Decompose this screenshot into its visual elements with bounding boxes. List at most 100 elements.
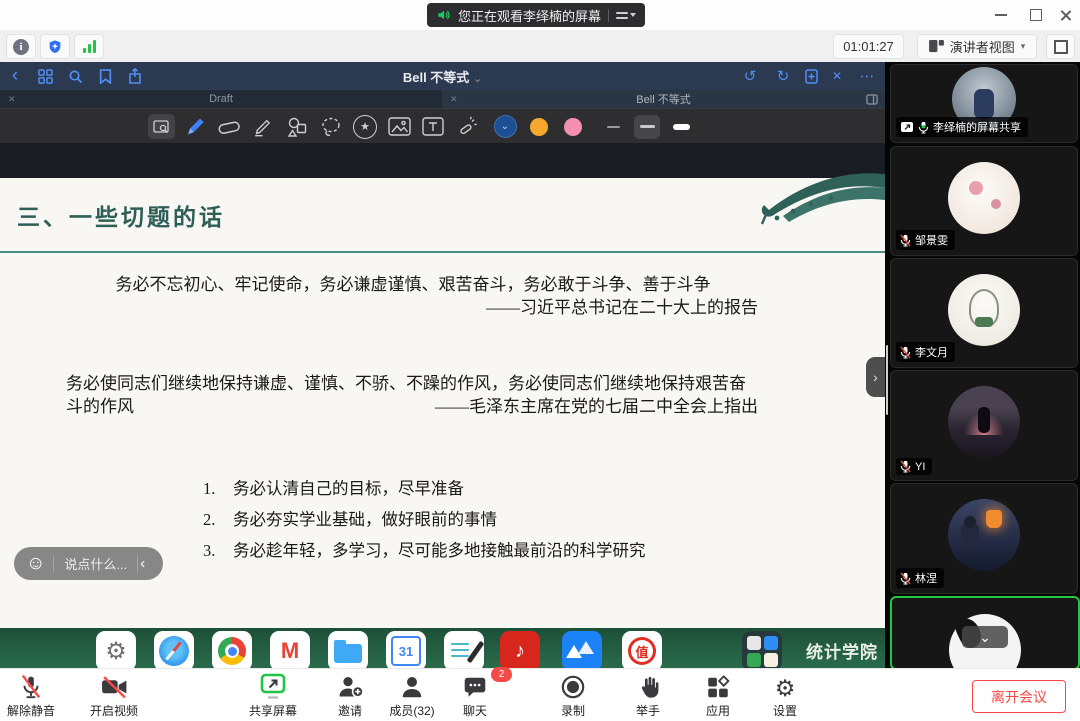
split-view-icon[interactable] (866, 94, 878, 105)
gmail-dock-icon[interactable]: M (270, 631, 310, 668)
meeting-toolbar: i 01:01:27 演讲者视图 ▾ (0, 30, 1080, 63)
music-dock-icon[interactable]: ♪ (500, 631, 540, 668)
maximize-button[interactable] (1019, 0, 1053, 30)
close-tab-icon[interactable]: ✕ (8, 94, 16, 105)
zoom-window-tool[interactable] (144, 113, 178, 141)
quote-block-2: 务必使同志们继续地保持谦虚、谨慎、不骄、不躁的作风，务必使同志们继续地保持艰苦奋… (66, 372, 758, 418)
raise-hand-icon (636, 674, 661, 700)
stroke-thin[interactable] (596, 113, 630, 141)
emoji-icon[interactable]: ☺ (26, 553, 45, 575)
participant-tile-partial[interactable]: ⌄ (890, 596, 1080, 670)
notes-dock-icon[interactable] (444, 631, 484, 668)
quick-chat-bubble[interactable]: ☺ 说点什么... ‹ (14, 547, 163, 580)
avatar-figure (974, 89, 994, 119)
apps-button[interactable]: 应用 (690, 673, 746, 719)
close-tab-icon[interactable]: ✕ (450, 94, 458, 105)
list-item: 3.务必趁年轻，多学习，尽可能多地接触最前沿的科学研究 (203, 542, 646, 559)
bookmark-icon[interactable] (90, 64, 120, 88)
close-document-icon[interactable]: ✕ (822, 64, 852, 88)
members-icon (399, 674, 425, 700)
invite-button[interactable]: 邀请 (322, 673, 378, 719)
participant-tile[interactable]: 林涅 (890, 483, 1078, 594)
collapse-chevron-icon[interactable]: ‹ (140, 555, 145, 572)
record-button[interactable]: 录制 (545, 673, 601, 719)
tab-label: Bell 不等式 (442, 91, 885, 107)
highlighter-tool[interactable] (246, 113, 280, 141)
lasso-tool[interactable] (314, 113, 348, 141)
mic-muted-icon (900, 460, 911, 473)
settings-dock-icon[interactable]: ⚙ (96, 631, 136, 668)
selected-color-caret-icon: ⌄ (494, 115, 517, 138)
chat-input-placeholder[interactable]: 说点什么... (64, 554, 127, 573)
color-orange[interactable] (522, 113, 556, 141)
more-icon[interactable]: ⋯ (852, 64, 882, 88)
share-export-icon[interactable] (120, 64, 150, 88)
eraser-tool[interactable] (212, 113, 246, 141)
stroke-medium-selected[interactable] (630, 113, 664, 141)
folder-dock-icon[interactable] (328, 631, 368, 668)
network-signal-button[interactable] (74, 34, 104, 59)
chat-badge: 2 (491, 667, 512, 682)
participant-tile-sharer[interactable]: 李绎楠的屏幕共享 (890, 64, 1078, 143)
laser-tool[interactable] (450, 113, 484, 141)
close-button[interactable] (1049, 0, 1080, 30)
safari-dock-icon[interactable] (154, 631, 194, 668)
image-tool[interactable] (382, 113, 416, 141)
chat-icon (462, 674, 488, 700)
notes-navbar: ‹ Bell 不等式 ⌄ ↺ ↻ ✕ ⋯ (0, 62, 885, 90)
participant-tile[interactable]: 邹景雯 (890, 146, 1078, 256)
dropdown-caret-icon: ▾ (1021, 41, 1026, 52)
app-group-dock-icon[interactable] (742, 631, 782, 668)
color-blue-selected[interactable]: ⌄ (488, 113, 522, 141)
unmute-button[interactable]: 解除静音 (2, 673, 60, 719)
shapes-tool[interactable] (280, 113, 314, 141)
security-shield-button[interactable] (40, 34, 70, 59)
chat-button[interactable]: 2 聊天 (447, 673, 503, 719)
mic-muted-icon (900, 346, 911, 359)
members-button[interactable]: 成员(32) (380, 673, 444, 719)
redo-icon[interactable]: ↻ (768, 64, 798, 88)
sticker-tool[interactable]: ★ (348, 113, 382, 141)
search-icon[interactable] (60, 64, 90, 88)
text-tool[interactable] (416, 113, 450, 141)
fullscreen-button[interactable] (1046, 34, 1075, 59)
participant-tile[interactable]: 李文月 (890, 258, 1078, 368)
meeting-info-button[interactable]: i (6, 34, 36, 59)
window-titlebar: 您正在观看李绎楠的屏幕 (0, 0, 1080, 30)
settings-button[interactable]: ⚙ 设置 (757, 673, 813, 719)
leave-meeting-button[interactable]: 离开会议 (972, 680, 1066, 713)
raise-hand-button[interactable]: 举手 (620, 673, 676, 719)
back-icon[interactable]: ‹ (0, 64, 30, 88)
sidebar-scrollbar[interactable] (886, 345, 888, 415)
lasso-icon (319, 116, 343, 138)
watching-banner[interactable]: 您正在观看李绎楠的屏幕 (427, 3, 645, 27)
pen-tool[interactable] (178, 113, 212, 141)
view-mode-selector[interactable]: 演讲者视图 ▾ (917, 34, 1037, 59)
calendar-dock-icon[interactable]: 31 (386, 631, 426, 668)
desktop-strip: 统计学院 ⚙ M 31 ♪ 值 (0, 628, 885, 668)
participant-tile[interactable]: YI (890, 370, 1078, 481)
start-video-button[interactable]: 开启视频 (84, 673, 144, 719)
tab-draft[interactable]: ✕ Draft (0, 90, 442, 108)
share-screen-button[interactable]: 共享屏幕 (243, 673, 303, 719)
tab-bell[interactable]: ✕ Bell 不等式 (442, 90, 885, 108)
avatar-detail (991, 199, 1001, 209)
participant-label: 李绎楠的屏幕共享 (896, 117, 1028, 137)
view-mode-label: 演讲者视图 (950, 37, 1015, 56)
mic-muted-icon (900, 234, 911, 247)
stroke-thick[interactable] (664, 113, 698, 141)
list-item: 1.务必认清自己的目标，尽早准备 (203, 480, 646, 497)
color-pink[interactable] (556, 113, 590, 141)
minimize-button[interactable] (984, 0, 1018, 30)
banner-menu-icon[interactable] (616, 12, 636, 19)
undo-icon[interactable]: ↺ (735, 64, 765, 88)
blue-app-dock-icon[interactable] (562, 631, 602, 668)
scroll-down-button[interactable]: ⌄ (962, 626, 1008, 648)
slide-list: 1.务必认清自己的目标，尽早准备 2.务必夯实学业基础，做好眼前的事情 3.务必… (203, 480, 646, 573)
chrome-dock-icon[interactable] (212, 631, 252, 668)
speaker-icon (436, 8, 451, 22)
thumbnails-icon[interactable] (30, 64, 60, 88)
mic-muted-icon (18, 674, 44, 700)
smzdm-dock-icon[interactable]: 值 (622, 631, 662, 668)
sidebar-collapse-handle[interactable]: › (866, 357, 885, 397)
